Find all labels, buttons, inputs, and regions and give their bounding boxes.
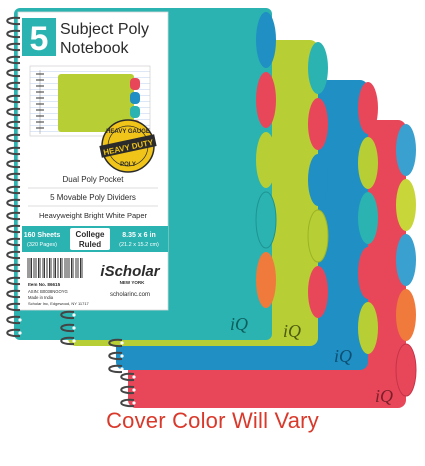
- spiral-hole: [18, 292, 22, 296]
- spiral-hole: [18, 331, 22, 335]
- sheets: 160 Sheets: [24, 232, 61, 239]
- spiral-hole: [18, 136, 22, 140]
- asin: ASIN: B0038NGOYG: [28, 289, 68, 294]
- spiral-hole: [18, 240, 22, 244]
- spiral-hole: [18, 162, 22, 166]
- brand-sub: NEW YORK: [120, 280, 145, 285]
- pages: (320 Pages): [27, 242, 57, 248]
- spiral-hole: [72, 313, 76, 317]
- blue-cover-mark: iQ: [334, 346, 352, 366]
- title-line2: Notebook: [60, 40, 129, 57]
- notebook-teal: iQ 5 Subject Poly Notebook HEAVY GAUGE H…: [14, 8, 277, 340]
- spiral-hole: [18, 305, 22, 309]
- spiral-hole: [18, 149, 22, 153]
- blue-tabs: [358, 82, 378, 354]
- size-cm: (21.2 x 15.2 cm): [119, 242, 159, 248]
- spiral-hole: [18, 227, 22, 231]
- spiral-hole: [18, 97, 22, 101]
- product-image: iQ iQ iQ iQ 5 Subject Poly Notebook HEAV…: [6, 8, 417, 408]
- spiral-hole: [18, 45, 22, 49]
- feature-3: Heavyweight Bright White Paper: [39, 211, 147, 220]
- ruling-line1: College: [76, 230, 105, 239]
- spiral-hole: [132, 388, 136, 392]
- spiral-hole: [18, 188, 22, 192]
- feature-2: 5 Movable Poly Dividers: [50, 193, 136, 202]
- spiral-hole: [132, 401, 136, 405]
- barcode: [26, 258, 84, 280]
- red-cover-mark: iQ: [375, 386, 393, 406]
- spiral-hole: [120, 341, 124, 345]
- spiral-hole: [120, 367, 124, 371]
- ruling-line2: Ruled: [79, 240, 101, 249]
- made-in: Made in India: [28, 295, 54, 300]
- spiral-hole: [18, 253, 22, 257]
- red-tabs: [395, 124, 417, 397]
- spiral-hole: [18, 214, 22, 218]
- spiral-hole: [18, 110, 22, 114]
- spiral-hole: [18, 318, 22, 322]
- spiral-hole: [132, 375, 136, 379]
- lime-cover-mark: iQ: [283, 321, 301, 341]
- spiral-hole: [18, 58, 22, 62]
- spiral-hole: [18, 266, 22, 270]
- spiral-hole: [18, 84, 22, 88]
- spiral-hole: [18, 123, 22, 127]
- teal-cover-mark: iQ: [230, 314, 248, 334]
- teal-tabs: [255, 12, 277, 308]
- item-no: Item No. 86615: [28, 282, 61, 287]
- spiral-hole: [18, 19, 22, 23]
- brand-logo: iScholar: [100, 263, 160, 280]
- website: scholarinc.com: [110, 292, 150, 298]
- caption: Cover Color Will Vary: [106, 408, 319, 433]
- address: Scholar Inc, Edgewood, NY 11717: [28, 301, 90, 306]
- spiral-hole: [18, 279, 22, 283]
- lime-tabs: [307, 42, 329, 318]
- subject-number: 5: [30, 20, 49, 58]
- feature-1: Dual Poly Pocket: [63, 175, 125, 184]
- spiral-hole: [72, 339, 76, 343]
- spiral-hole: [120, 354, 124, 358]
- spiral-hole: [18, 201, 22, 205]
- badge-line1: HEAVY GAUGE: [106, 129, 150, 135]
- title-line1: Subject Poly: [60, 21, 149, 38]
- spiral-hole: [18, 32, 22, 36]
- spiral-hole: [72, 326, 76, 330]
- spiral-hole: [18, 175, 22, 179]
- badge-line3: POLY: [120, 162, 136, 168]
- size: 8.35 x 6 in: [122, 232, 155, 239]
- spiral-hole: [18, 71, 22, 75]
